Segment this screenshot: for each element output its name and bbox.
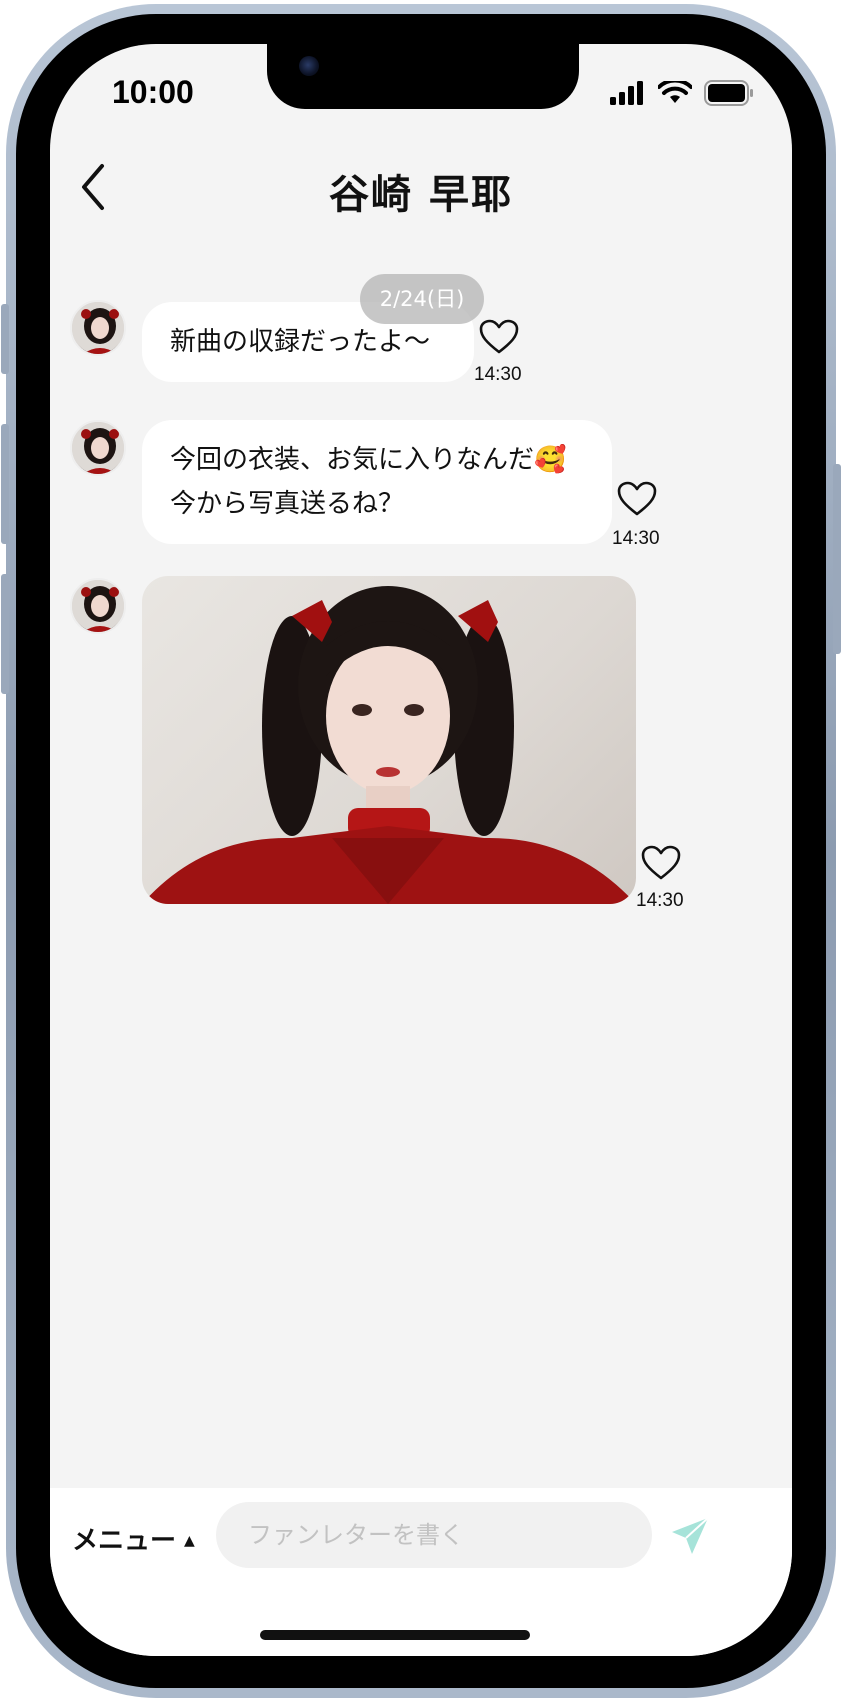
home-indicator[interactable]: [260, 1630, 530, 1640]
avatar[interactable]: [70, 300, 126, 356]
heart-icon[interactable]: [640, 844, 682, 882]
front-camera: [299, 56, 319, 76]
page-title: 谷崎 早耶: [329, 172, 513, 218]
volume-up-button: [1, 424, 9, 544]
message-time: 14:30: [612, 528, 660, 549]
power-button: [833, 464, 841, 654]
portrait-illustration: [142, 586, 636, 904]
wifi-icon: [658, 81, 692, 103]
heart-icon[interactable]: [616, 480, 658, 518]
bezel: 10:00 谷崎 早耶 2/24(日) 新曲の収録だったよ〜 14:30 今回の…: [16, 14, 826, 1688]
menu-label: メニュー: [72, 1526, 177, 1556]
signal-icon: [610, 81, 643, 105]
fan-letter-input[interactable]: [216, 1502, 652, 1568]
avatar[interactable]: [70, 420, 126, 476]
screen: 10:00 谷崎 早耶 2/24(日) 新曲の収録だったよ〜 14:30 今回の…: [50, 44, 792, 1656]
volume-down-button: [1, 574, 9, 694]
mute-switch: [1, 304, 9, 374]
message-photo[interactable]: [142, 576, 636, 904]
composer-bar: メニュー ▲: [50, 1488, 792, 1656]
date-chip: 2/24(日): [360, 274, 484, 324]
menu-button[interactable]: メニュー ▲: [72, 1520, 195, 1557]
message-text-line: 今から写真送るね？: [170, 489, 405, 519]
message-text-line: 今回の衣装、お気に入りなんだ🥰: [170, 445, 567, 475]
message-text: 新曲の収録だったよ〜: [170, 327, 431, 357]
status-time: 10:00: [112, 74, 194, 110]
message-time: 14:30: [636, 890, 684, 911]
caret-up-icon: ▲: [184, 1533, 195, 1549]
battery-icon: [704, 80, 753, 106]
notch: [267, 44, 579, 109]
heart-icon[interactable]: [478, 318, 520, 356]
message-time: 14:30: [474, 364, 522, 385]
avatar[interactable]: [70, 578, 126, 634]
phone-frame: 10:00 谷崎 早耶 2/24(日) 新曲の収録だったよ〜 14:30 今回の…: [1, 4, 841, 1698]
avatar-portrait: [72, 580, 124, 632]
status-icons: [610, 80, 754, 106]
send-icon[interactable]: [668, 1514, 712, 1558]
message-bubble[interactable]: 今回の衣装、お気に入りなんだ🥰 今から写真送るね？: [142, 420, 612, 544]
avatar-portrait: [72, 422, 124, 474]
avatar-portrait: [72, 302, 124, 354]
